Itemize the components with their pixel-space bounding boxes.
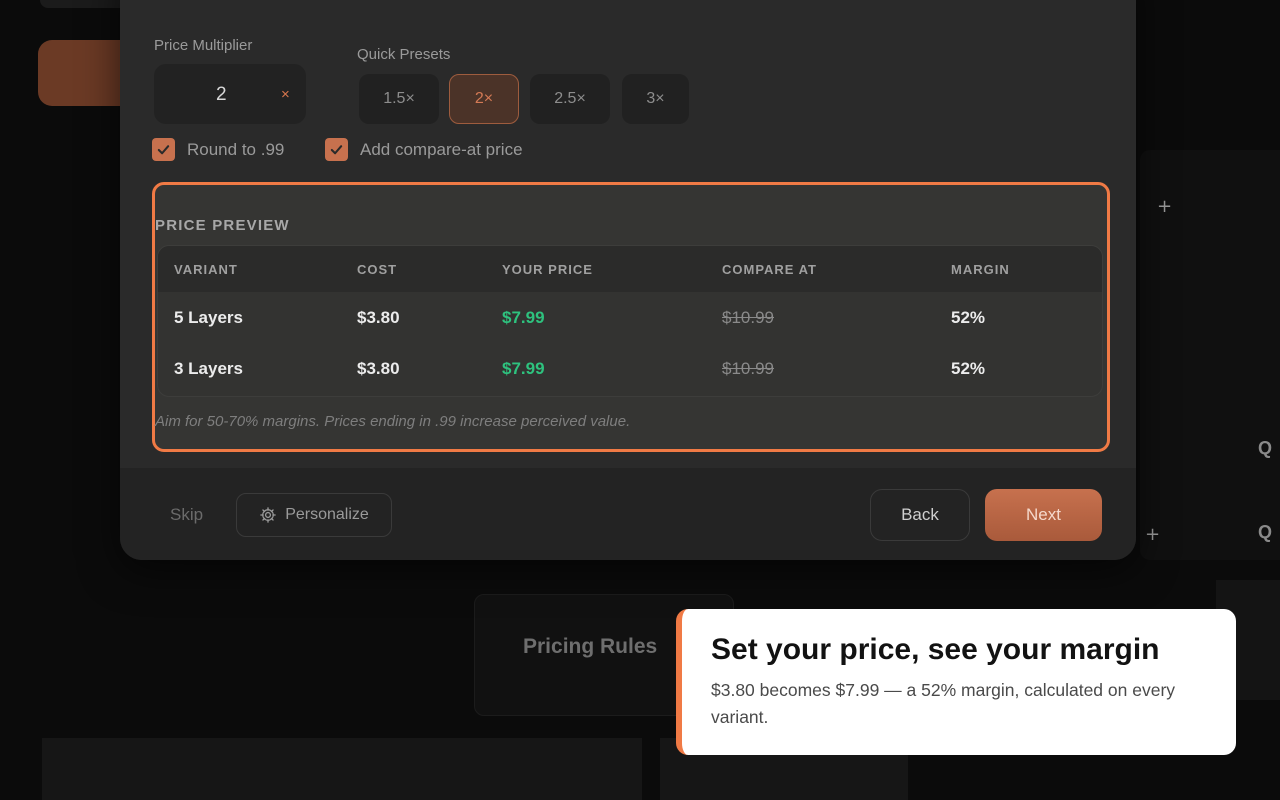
- column-header-cost: COST: [357, 262, 398, 277]
- price-preview-panel: PRICE PREVIEW VARIANT COST YOUR PRICE CO…: [152, 182, 1110, 452]
- round-option[interactable]: Round to .99: [152, 138, 284, 161]
- background-card: [40, 0, 130, 8]
- preview-table: VARIANT COST YOUR PRICE COMPARE AT MARGI…: [157, 245, 1103, 397]
- variant-cell: 5 Layers: [174, 308, 243, 327]
- preset-2-5x-button[interactable]: 2.5×: [530, 74, 610, 124]
- multiplier-label: Price Multiplier: [154, 37, 253, 54]
- background-pricing-title: Pricing Rules: [523, 635, 658, 658]
- variant-cell: 3 Layers: [174, 359, 243, 378]
- cost-cell: $3.80: [357, 359, 400, 378]
- compare-label: Add compare-at price: [360, 139, 523, 159]
- multiplier-input[interactable]: 2 ×: [154, 64, 306, 124]
- cost-cell: $3.80: [357, 308, 400, 327]
- check-icon: [157, 145, 170, 155]
- column-header-compare-at: COMPARE AT: [722, 262, 817, 277]
- preset-2x-button[interactable]: 2×: [449, 74, 519, 124]
- check-icon: [330, 145, 343, 155]
- column-header-variant: VARIANT: [174, 262, 238, 277]
- personalize-label: Personalize: [285, 506, 369, 523]
- callout-body: $3.80 becomes $7.99 — a 52% margin, calc…: [711, 680, 1176, 727]
- round-label: Round to .99: [187, 139, 285, 159]
- column-header-margin: MARGIN: [951, 262, 1010, 277]
- multiplier-suffix: ×: [281, 86, 290, 103]
- personalize-button[interactable]: Personalize: [236, 493, 392, 537]
- next-button[interactable]: Next: [985, 489, 1102, 541]
- margin-cell: 52%: [951, 359, 986, 378]
- background-edge-text: Q: [1258, 522, 1273, 542]
- preset-3x-button[interactable]: 3×: [622, 74, 689, 124]
- compare-cell: $10.99: [722, 359, 774, 378]
- preset-1-5x-button[interactable]: 1.5×: [359, 74, 439, 124]
- preview-title: PRICE PREVIEW: [155, 217, 290, 234]
- pricing-modal: Price Multiplier 2 × Quick Presets 1.5× …: [120, 0, 1136, 560]
- background-thumbnail: [42, 738, 642, 800]
- background-plus-icon: +: [1145, 524, 1161, 545]
- callout-title: Set your price, see your margin: [711, 633, 1160, 666]
- table-row: 3 Layers $3.80 $7.99 $10.99 52%: [158, 343, 1102, 395]
- presets-label: Quick Presets: [357, 46, 451, 63]
- compare-cell: $10.99: [722, 308, 774, 327]
- gear-icon: [260, 507, 276, 523]
- compare-checkbox[interactable]: [325, 138, 348, 161]
- background-edge-text: Q: [1258, 438, 1273, 458]
- round-checkbox[interactable]: [152, 138, 175, 161]
- multiplier-value: 2: [216, 84, 227, 105]
- background-plus-icon: +: [1157, 196, 1173, 217]
- price-cell: $7.99: [502, 308, 545, 327]
- preview-hint: Aim for 50-70% margins. Prices ending in…: [155, 413, 631, 430]
- back-button[interactable]: Back: [870, 489, 970, 541]
- skip-button[interactable]: Skip: [170, 505, 203, 525]
- column-header-your-price: YOUR PRICE: [502, 262, 593, 277]
- table-row: 5 Layers $3.80 $7.99 $10.99 52%: [158, 292, 1102, 344]
- tour-callout: Set your price, see your margin $3.80 be…: [676, 609, 1236, 755]
- margin-cell: 52%: [951, 308, 986, 327]
- compare-option[interactable]: Add compare-at price: [325, 138, 523, 161]
- price-cell: $7.99: [502, 359, 545, 378]
- table-header: VARIANT COST YOUR PRICE COMPARE AT MARGI…: [158, 246, 1102, 292]
